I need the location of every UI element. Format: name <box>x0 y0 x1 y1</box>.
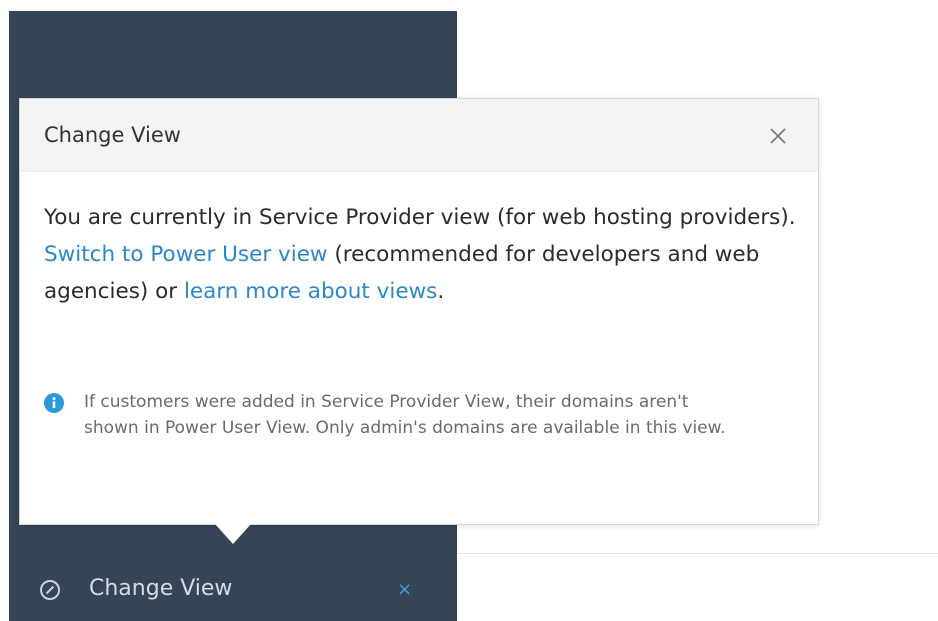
close-icon[interactable] <box>766 124 790 148</box>
main-divider <box>457 553 938 554</box>
popover-header: Change View <box>20 99 818 172</box>
sidebar-item-change-view[interactable]: Change View × <box>9 567 457 613</box>
popover-body: You are currently in Service Provider vi… <box>44 199 804 310</box>
sidebar-close-button[interactable]: × <box>397 578 412 602</box>
popover-body-line1: You are currently in Service Provider vi… <box>44 205 796 230</box>
sidebar-item-label: Change View <box>89 576 233 601</box>
circle-slash-icon <box>39 579 61 601</box>
change-view-popover: Change View You are currently in Service… <box>19 98 819 525</box>
popover-title: Change View <box>44 123 181 147</box>
switch-to-power-user-link[interactable]: Switch to Power User view <box>44 242 328 267</box>
note-text: If customers were added in Service Provi… <box>84 392 726 438</box>
learn-more-link[interactable]: learn more about views <box>184 279 437 304</box>
info-icon <box>44 393 64 413</box>
popover-body-end: . <box>437 279 445 304</box>
popover-arrow <box>215 524 251 544</box>
